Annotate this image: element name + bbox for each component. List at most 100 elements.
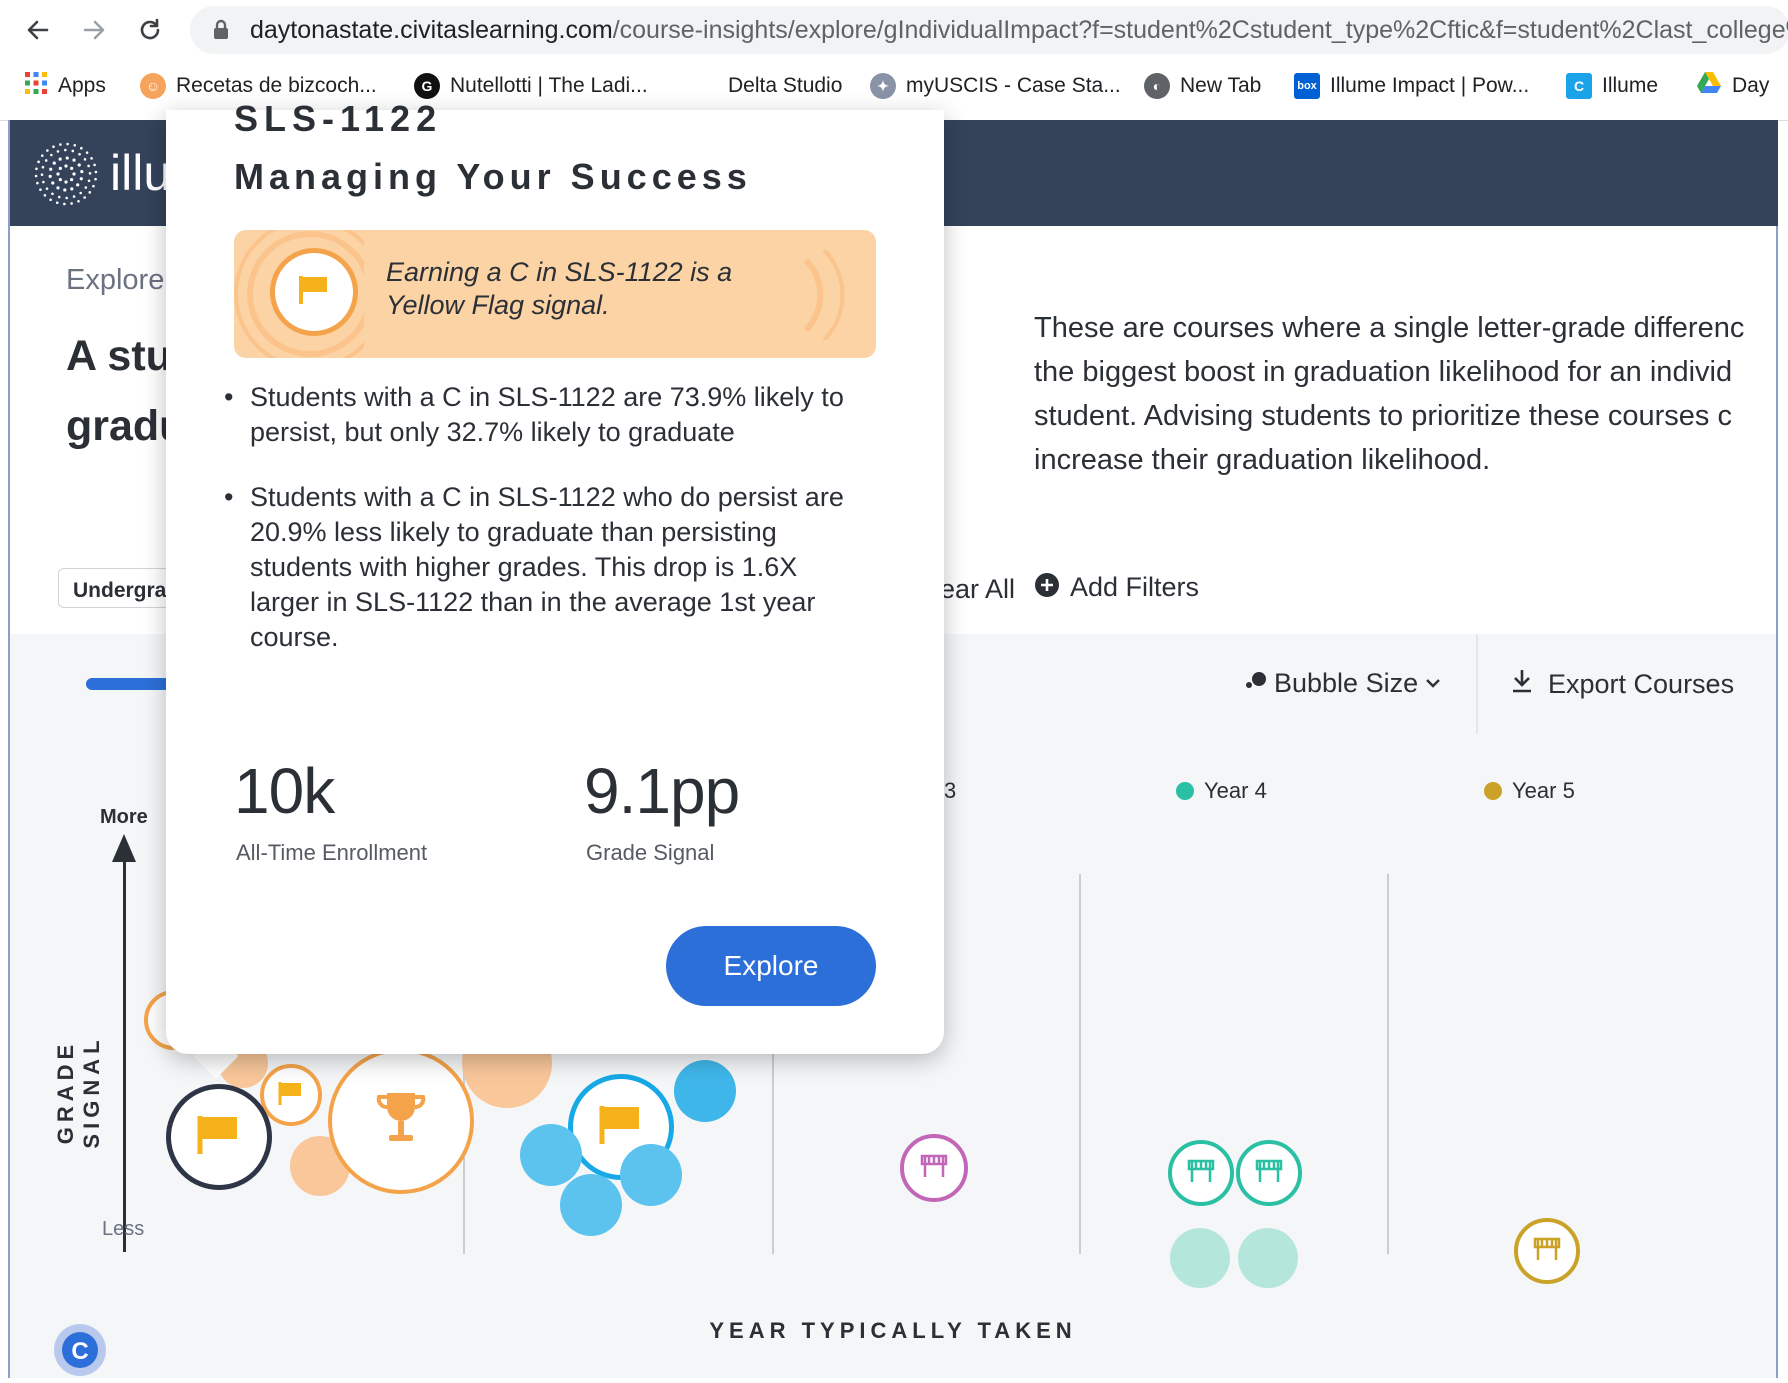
clear-all-button[interactable]: ear All [940,574,1015,605]
signal-text-line: Earning a C in SLS-1122 is a [386,257,733,287]
toolbar-divider [1476,634,1478,734]
course-bubble[interactable] [1514,1218,1580,1284]
insight-bullet: Students with a C in SLS-1122 who do per… [224,480,850,655]
legend-label: Year 4 [1204,778,1267,803]
column-divider [1387,874,1389,1254]
course-name: Managing Your Success [234,156,752,197]
box-icon: box [1294,73,1320,99]
bookmark-drive[interactable]: Day [1696,68,1769,104]
legend-dot [1176,782,1194,800]
bookmark-myuscis[interactable]: ✦ myUSCIS - Case Sta... [870,68,1121,104]
bullet-line: larger in SLS-1122 than in the average 1… [250,587,816,617]
export-courses-label: Export Courses [1548,669,1735,699]
bookmark-label: Delta Studio [728,74,843,97]
drive-icon [1696,71,1722,101]
course-bubble[interactable] [520,1124,582,1186]
legend-year-4[interactable]: Year 4 [1176,778,1267,804]
course-bubble[interactable] [1170,1228,1230,1288]
bookmark-label: Apps [58,74,106,97]
description-line: the biggest boost in graduation likeliho… [1034,356,1733,388]
url-text: daytonastate.civitaslearning.com/course-… [250,16,1788,45]
enrollment-value: 10k [234,755,335,827]
recipe-icon: ☺ [140,73,166,99]
bookmark-label: New Tab [1180,74,1262,97]
bullet-line: Students with a C in SLS-1122 are 73.9% … [250,382,844,412]
column-divider [1079,874,1081,1254]
address-bar[interactable]: daytonastate.civitaslearning.com/course-… [190,6,1788,54]
illume-logo-icon [34,142,98,211]
lock-icon [212,19,230,46]
course-bubble[interactable] [674,1060,736,1122]
back-icon[interactable] [18,10,58,50]
app-logo-text: illu [110,145,172,201]
c-logo-icon: C [1566,73,1592,99]
forward-icon[interactable] [74,10,114,50]
course-bubble[interactable] [900,1134,968,1202]
bubble-size-dropdown[interactable]: Bubble Size [1244,668,1442,699]
bubble-size-label: Bubble Size [1274,668,1419,698]
course-bubble[interactable] [260,1064,322,1126]
description-line: These are courses where a single letter-… [1034,312,1745,344]
column-divider [772,1034,774,1254]
course-bubble[interactable] [1168,1140,1234,1206]
g-logo-icon: G [414,73,440,99]
breadcrumb[interactable]: Explore [66,264,164,297]
legend-year-3[interactable]: 3 [944,778,956,804]
svg-text:C: C [71,1338,88,1365]
legend-dot [1484,782,1502,800]
page-description: These are courses where a single letter-… [1034,306,1784,482]
description-line: student. Advising students to prioritize… [1034,400,1732,432]
signal-text-line: Yellow Flag signal. [386,290,610,320]
course-bubble[interactable] [560,1174,622,1236]
bookmark-label: Nutellotti | The Ladi... [450,74,648,97]
bookmark-nutellotti[interactable]: G Nutellotti | The Ladi... [414,68,648,104]
hurdle-icon [1532,1236,1562,1267]
add-filters-button[interactable]: Add Filters [1034,572,1199,603]
page-title-line1: A stu [66,332,172,380]
selected-course-bubble[interactable] [166,1084,272,1190]
uscis-seal-icon: ✦ [870,73,896,99]
course-bubble[interactable] [1238,1228,1298,1288]
flag-icon [195,1113,243,1162]
url-host: daytonastate.civitaslearning.com [250,16,613,44]
hurdle-icon [919,1153,949,1184]
description-line: increase their graduation likelihood. [1034,444,1491,476]
filter-chip-label: Undergra [73,579,167,602]
course-bubble[interactable] [328,1048,474,1194]
flag-badge [270,248,358,336]
explore-button[interactable]: Explore [666,926,876,1006]
grade-signal-value: 9.1pp [584,755,740,827]
course-bubble[interactable] [620,1144,682,1206]
bookmark-illume[interactable]: C Illume [1566,68,1658,104]
export-courses-button[interactable]: Export Courses [1510,668,1734,701]
legend-year-5[interactable]: Year 5 [1484,778,1575,804]
flag-icon [597,1103,645,1152]
chevron-down-icon [1424,668,1442,699]
bookmark-delta-studio[interactable]: Delta Studio [728,68,842,104]
globe-icon: ◐ [1144,73,1170,99]
url-path: /course-insights/explore/gIndividualImpa… [612,16,1788,44]
bookmark-new-tab[interactable]: ◐ New Tab [1144,68,1261,104]
bookmark-illume-impact[interactable]: box Illume Impact | Pow... [1294,68,1529,104]
signal-waves-right-icon [794,248,864,345]
bullet-line: Students with a C in SLS-1122 who do per… [250,482,844,512]
legend-label: 3 [944,778,957,803]
y-axis-less-label: Less [102,1218,145,1240]
hurdle-icon [1186,1158,1216,1189]
bookmark-label: Recetas de bizcoch... [176,74,377,97]
enrollment-label: All-Time Enrollment [236,840,428,865]
signal-text: Earning a C in SLS-1122 is a Yellow Flag… [386,256,732,322]
bullet-line: persist, but only 32.7% likely to gradua… [250,417,735,447]
bullet-line: 20.9% less likely to graduate than persi… [250,517,777,547]
reload-icon[interactable] [130,10,170,50]
apps-grid-icon [24,71,48,101]
bubble-size-icon [1244,668,1268,699]
hurdle-icon [1254,1158,1284,1189]
course-bubble[interactable] [1236,1140,1302,1206]
download-icon [1510,668,1534,701]
help-chat-icon[interactable]: C [52,1322,108,1378]
trophy-icon [371,1089,431,1154]
plus-circle-icon [1034,572,1060,603]
insight-bullet: Students with a C in SLS-1122 are 73.9% … [224,380,850,450]
bookmark-apps[interactable]: Apps [24,68,106,104]
